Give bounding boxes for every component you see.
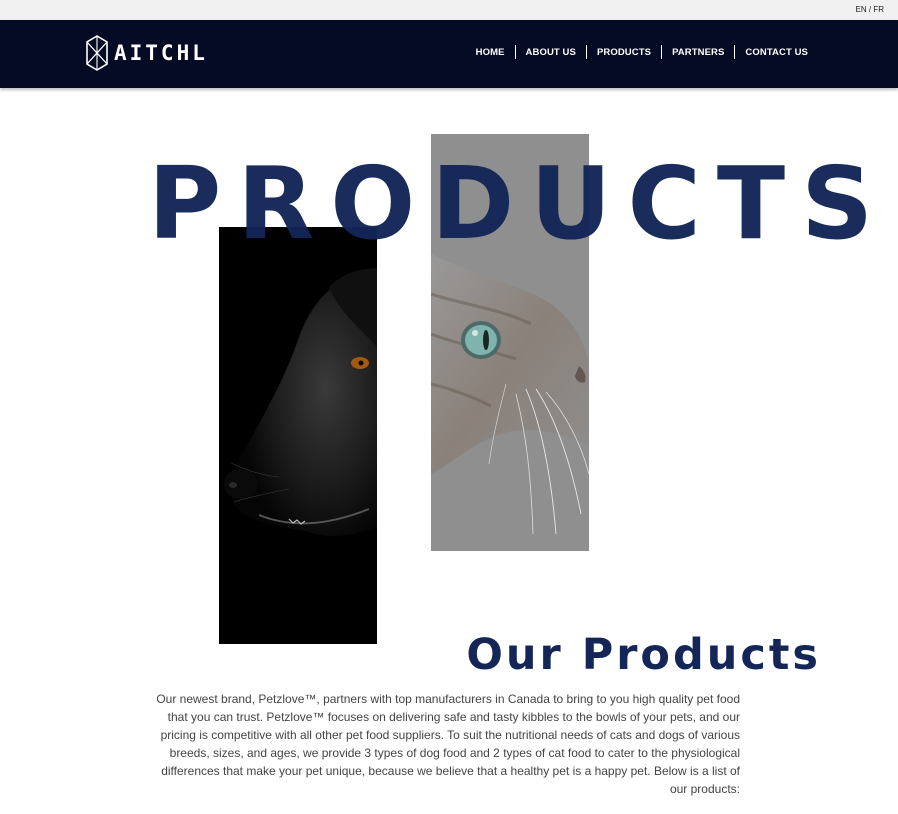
nav-item-partners[interactable]: PARTNERS [662, 47, 734, 58]
main-navbar: AITCHL HOME ABOUT US PRODUCTS PARTNERS C… [0, 20, 898, 88]
language-switch[interactable]: EN / FR [856, 5, 884, 14]
nav-item-products[interactable]: PRODUCTS [587, 47, 661, 58]
hero-title: PRODUCTS [148, 145, 890, 262]
nav-item-about-us[interactable]: ABOUT US [516, 47, 586, 58]
brand-name: AITCHL [114, 41, 208, 65]
brand-logo[interactable]: AITCHL [86, 35, 208, 71]
nav-item-home[interactable]: HOME [466, 47, 515, 58]
top-utility-bar: EN / FR [0, 0, 898, 20]
section-title: Our Products [466, 630, 821, 680]
intro-paragraph: Our newest brand, Petzlove™, partners wi… [156, 692, 740, 796]
dog-photo [219, 227, 377, 644]
nav-menu: HOME ABOUT US PRODUCTS PARTNERS CONTACT … [466, 45, 818, 59]
hexagon-logo-icon [86, 35, 108, 71]
nav-item-contact-us[interactable]: CONTACT US [735, 47, 818, 58]
